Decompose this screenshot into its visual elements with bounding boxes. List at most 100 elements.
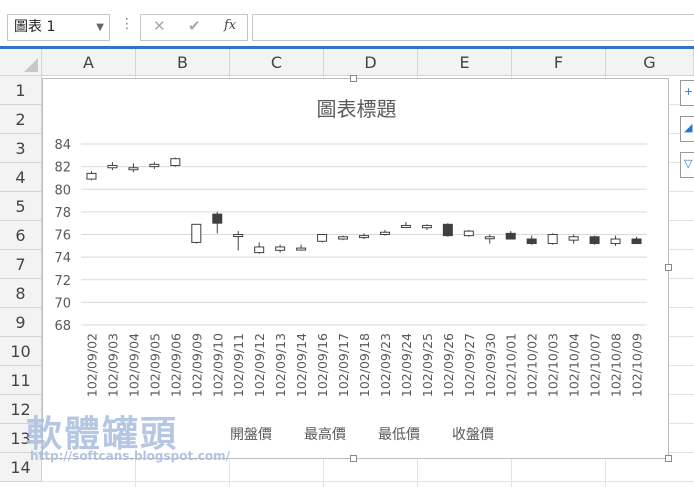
y-tick-label: 76 (54, 229, 71, 244)
x-tick-label: 102/09/13 (273, 333, 288, 397)
cancel-icon[interactable]: ✕ (153, 17, 166, 35)
up-bar (149, 163, 160, 168)
select-all-corner[interactable] (0, 49, 42, 76)
resize-handle-top[interactable] (350, 75, 357, 82)
formula-bar: 圖表 1 ▼ ⋮ ✕ ✔ fx (0, 0, 694, 46)
up-bar (568, 236, 579, 241)
x-tick-label: 102/10/04 (567, 333, 582, 397)
plus-icon: + (684, 85, 694, 98)
legend-entry-open[interactable]: 開盤價 (230, 424, 272, 444)
name-box-value: 圖表 1 (14, 19, 56, 35)
y-tick-label: 70 (54, 296, 71, 311)
x-tick-label: 102/10/07 (588, 333, 603, 397)
x-tick-label: 102/09/10 (210, 333, 225, 397)
down-bar (442, 223, 453, 237)
up-bar (359, 235, 369, 239)
column-header-g[interactable]: G (606, 49, 694, 76)
row-header-8[interactable]: 8 (0, 279, 42, 308)
x-tick-label: 102/09/24 (399, 333, 414, 397)
row-header-7[interactable]: 7 (0, 250, 42, 279)
formula-buttons: ✕ ✔ fx (140, 14, 248, 41)
x-tick-label: 102/09/26 (441, 333, 456, 397)
up-bar (170, 158, 181, 166)
chart-styles-button[interactable]: ◢ (680, 116, 694, 142)
x-tick-label: 102/09/05 (147, 333, 162, 397)
resize-handle-right[interactable] (665, 264, 672, 271)
x-tick-label: 102/10/08 (609, 333, 624, 397)
x-tick-label: 102/10/02 (525, 333, 540, 397)
x-tick-label: 102/09/04 (126, 333, 141, 397)
row-header-11[interactable]: 11 (0, 366, 42, 395)
y-tick-label: 72 (54, 274, 71, 289)
row-header-9[interactable]: 9 (0, 308, 42, 337)
row-header-2[interactable]: 2 (0, 105, 42, 134)
column-header-e[interactable]: E (418, 49, 512, 76)
up-bar (421, 224, 432, 229)
legend-entry-close[interactable]: 收盤價 (452, 424, 494, 444)
x-tick-label: 102/09/17 (336, 333, 351, 397)
row-header-4[interactable]: 4 (0, 163, 42, 192)
x-tick-label: 102/09/11 (231, 333, 246, 397)
up-bar (254, 246, 265, 254)
down-bar (589, 236, 600, 245)
chevron-down-icon[interactable]: ▼ (96, 15, 104, 40)
filter-icon: ▽ (684, 157, 693, 170)
y-tick-label: 74 (54, 251, 71, 266)
row-header-6[interactable]: 6 (0, 221, 42, 250)
x-tick-label: 102/09/27 (462, 333, 477, 397)
row-header-1[interactable]: 1 (0, 76, 42, 105)
up-bar (484, 236, 495, 240)
y-tick-label: 78 (54, 206, 71, 221)
up-bar (128, 167, 139, 171)
x-tick-label: 102/09/16 (315, 333, 330, 397)
up-bar (107, 164, 118, 169)
chart-plot-area: 68 70 72 74 76 78 80 82 84 102/09/02 102/09/03 102/… (54, 138, 647, 397)
chart-elements-button[interactable]: + (680, 80, 694, 106)
y-tick-label: 82 (54, 161, 71, 176)
chart-filters-button[interactable]: ▽ (680, 152, 694, 178)
row-header-5[interactable]: 5 (0, 192, 42, 221)
x-tick-label: 102/09/02 (84, 333, 99, 397)
up-bar (338, 236, 349, 240)
legend-entry-high[interactable]: 最高價 (304, 424, 346, 444)
x-tick-label: 102/09/25 (420, 333, 435, 397)
y-tick-label: 84 (54, 138, 71, 153)
x-tick-label: 102/09/30 (483, 333, 498, 397)
x-tick-label: 102/10/03 (546, 333, 561, 397)
resize-handle-bottom[interactable] (350, 455, 357, 462)
column-header-b[interactable]: B (136, 49, 230, 76)
row-header-10[interactable]: 10 (0, 337, 42, 366)
down-bar (526, 238, 537, 245)
up-bar (275, 246, 286, 251)
up-bar (547, 234, 558, 245)
up-bar (610, 238, 621, 245)
stock-chart[interactable]: 圖表標題 68 70 72 74 76 78 80 82 84 102/09/02 102/09/0… (42, 78, 669, 459)
resize-handle-bottom-right[interactable] (665, 455, 672, 462)
down-bar (631, 238, 642, 245)
column-header-a[interactable]: A (42, 49, 136, 76)
insert-function-icon[interactable]: fx (224, 18, 236, 33)
y-tick-label: 80 (54, 183, 71, 198)
up-bar (379, 231, 390, 236)
up-bar (233, 234, 244, 237)
column-header-c[interactable]: C (230, 49, 324, 76)
x-tick-label: 102/09/06 (168, 333, 183, 397)
row-header-3[interactable]: 3 (0, 134, 42, 163)
column-header-f[interactable]: F (512, 49, 606, 76)
legend-entry-low[interactable]: 最低價 (378, 424, 420, 444)
x-tick-label: 102/09/18 (357, 333, 372, 397)
formula-input[interactable] (252, 14, 694, 41)
x-tick-label: 102/09/03 (105, 333, 120, 397)
name-box[interactable]: 圖表 1 ▼ (7, 14, 110, 41)
up-bar (86, 172, 97, 180)
up-bar (400, 224, 411, 228)
x-tick-label: 102/09/23 (378, 333, 393, 397)
x-tick-label: 102/09/14 (294, 333, 309, 397)
up-bar (191, 223, 202, 243)
more-options-icon[interactable]: ⋮ (120, 16, 134, 32)
x-tick-label: 102/10/01 (504, 333, 519, 397)
up-bar (317, 234, 328, 242)
enter-icon[interactable]: ✔ (188, 17, 201, 35)
x-tick-label: 102/09/12 (252, 333, 267, 397)
column-header-d[interactable]: D (324, 49, 418, 76)
